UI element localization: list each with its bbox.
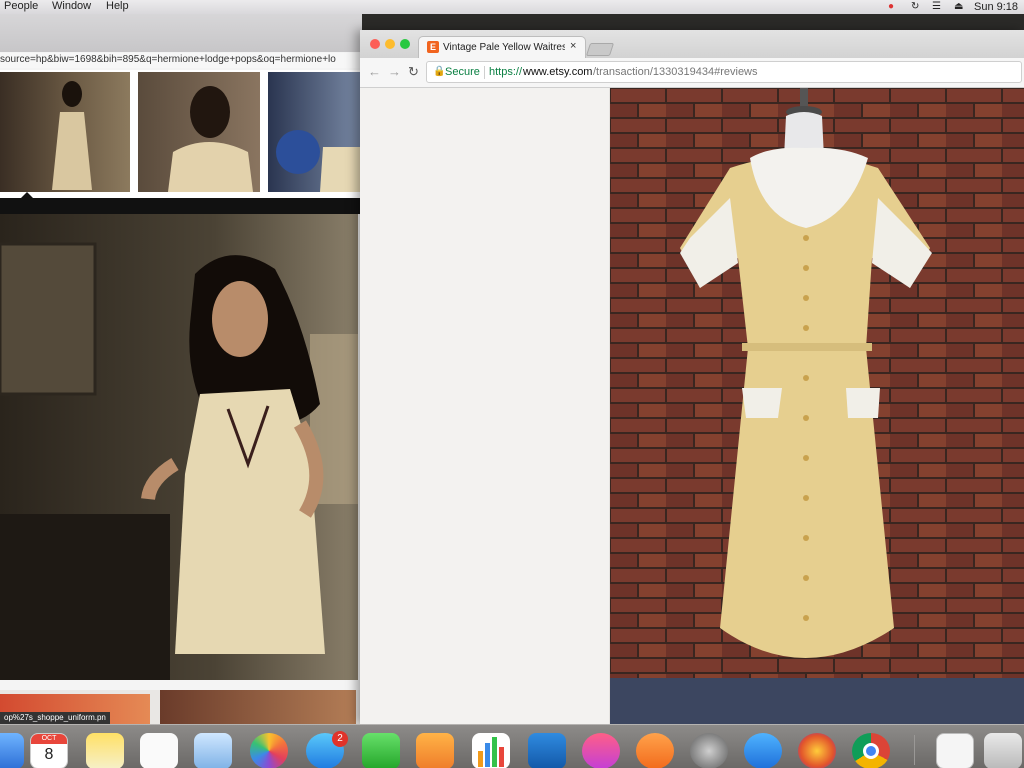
new-tab-button[interactable]	[585, 43, 615, 56]
forward-button[interactable]: →	[388, 65, 401, 79]
numbers-icon[interactable]	[472, 733, 510, 768]
messages-badge: 2	[332, 731, 348, 747]
preview-image	[0, 214, 358, 680]
keynote-icon[interactable]	[528, 733, 566, 768]
firefox-icon[interactable]	[798, 733, 836, 768]
zoom-window-icon[interactable]	[400, 39, 410, 49]
chrome-center-icon	[863, 743, 879, 759]
menu-window[interactable]: Window	[52, 0, 91, 13]
menu-bar: People Window Help ● ↻ ☰ ⏏ Sun 9:18	[0, 0, 1024, 14]
pages-icon[interactable]	[416, 733, 454, 768]
thumbnail-row	[0, 70, 362, 198]
lock-icon: 🔒	[433, 66, 446, 77]
image-search-window: source=hp&biw=1698&bih=895&q=hermione+lo…	[0, 14, 362, 730]
close-window-icon[interactable]	[370, 39, 380, 49]
address-bar[interactable]: 🔒 Secure https:// www.etsy.com /transact…	[426, 61, 1022, 83]
tab-title: Vintage Pale Yellow Waitress	[443, 42, 565, 53]
url-path: /transaction/1330319434#reviews	[593, 66, 758, 78]
sync-icon[interactable]: ↻	[911, 1, 919, 13]
thumbnail-image[interactable]	[268, 72, 362, 192]
minimize-window-icon[interactable]	[385, 39, 395, 49]
product-photo[interactable]	[610, 88, 1024, 725]
caret-icon	[20, 192, 34, 199]
dock-separator	[914, 735, 915, 765]
page-content	[360, 88, 1024, 725]
chrome-window: E Vintage Pale Yellow Waitress × ← → ↻ 🔒…	[360, 30, 1024, 725]
menu-people[interactable]: People	[4, 0, 38, 13]
tab-close-icon[interactable]: ×	[570, 40, 576, 53]
calendar-icon[interactable]: OCT 8	[30, 733, 68, 768]
numbers-chart-icon	[478, 737, 504, 767]
reminders-icon[interactable]	[140, 733, 178, 768]
notes-icon[interactable]	[86, 733, 124, 768]
finder-icon[interactable]	[0, 733, 24, 768]
calendar-month: OCT	[31, 734, 67, 744]
screen: People Window Help ● ↻ ☰ ⏏ Sun 9:18 sour…	[0, 0, 1024, 768]
dock: OCT 8 2	[0, 724, 1024, 768]
thumbnail-figure	[276, 130, 362, 192]
listing-left-pane	[360, 88, 610, 725]
url-scheme: https://	[489, 66, 523, 78]
app-store-icon[interactable]	[744, 733, 782, 768]
browser-toolbar: ← → ↻ 🔒 Secure https:// www.etsy.com /tr…	[360, 58, 1024, 88]
back-button[interactable]: ←	[368, 65, 381, 79]
thumbnail-figure	[168, 86, 253, 192]
creative-cloud-icon[interactable]: ●	[888, 1, 894, 13]
calendar-day: 8	[44, 746, 54, 763]
tab-bar: E Vintage Pale Yellow Waitress ×	[360, 30, 1024, 58]
url-host: www.etsy.com	[523, 66, 593, 78]
trash-icon[interactable]	[984, 733, 1022, 768]
menu-clock[interactable]: Sun 9:18	[974, 1, 1018, 13]
thumbnail-image[interactable]	[0, 72, 130, 192]
itunes-icon[interactable]	[582, 733, 620, 768]
ibooks-icon[interactable]	[636, 733, 674, 768]
image-preview-panel[interactable]	[0, 214, 358, 680]
preview-icon[interactable]	[194, 733, 232, 768]
dress-on-mannequin-image	[610, 88, 1024, 725]
thumbnail-image[interactable]	[138, 72, 260, 192]
thumbnail-figure	[52, 81, 92, 190]
etsy-favicon-icon: E	[427, 41, 439, 53]
document-icon[interactable]	[936, 733, 974, 768]
back-window-titlebar	[0, 14, 362, 52]
facetime-icon[interactable]	[362, 733, 400, 768]
system-preferences-icon[interactable]	[690, 733, 728, 768]
messages-icon[interactable]: 2	[306, 731, 348, 768]
link-tooltip: op%27s_shoppe_uniform.pn	[0, 712, 110, 724]
chrome-icon[interactable]	[852, 733, 890, 768]
eject-icon[interactable]: ⏏	[954, 1, 963, 13]
back-window-url[interactable]: source=hp&biw=1698&bih=895&q=hermione+lo…	[0, 53, 362, 68]
tab-etsy[interactable]: E Vintage Pale Yellow Waitress ×	[418, 36, 586, 58]
address-separator	[484, 66, 485, 79]
photos-icon[interactable]	[250, 733, 288, 768]
menu-help[interactable]: Help	[106, 0, 129, 13]
reload-button[interactable]: ↻	[408, 65, 419, 79]
secure-label: Secure	[445, 66, 480, 78]
preview-header	[0, 192, 362, 214]
wifi-icon[interactable]: ☰	[932, 1, 941, 13]
